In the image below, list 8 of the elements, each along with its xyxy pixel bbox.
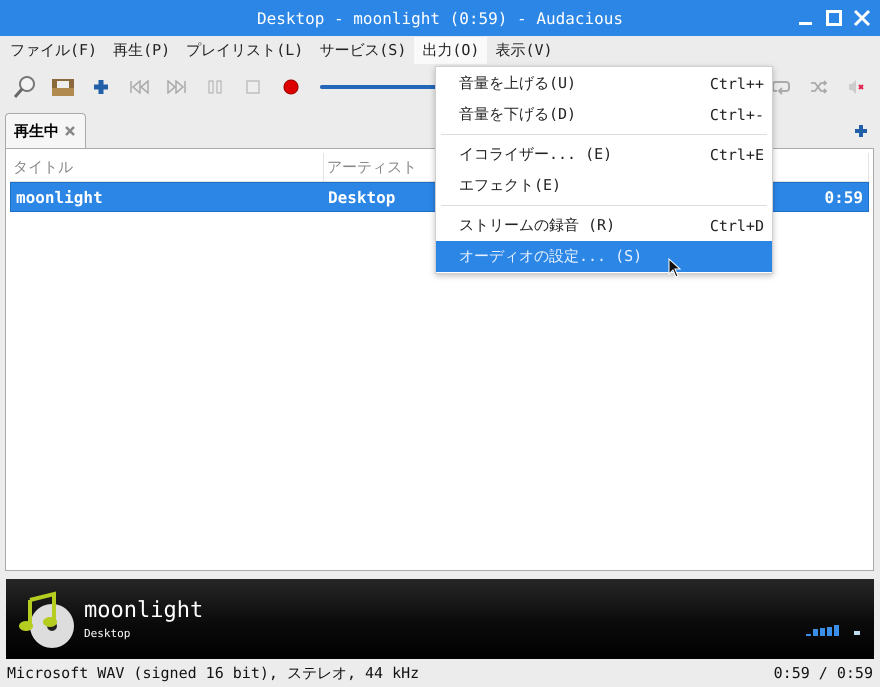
track-artist: Desktop [84, 627, 132, 640]
format-info: Microsoft WAV (signed 16 bit), ステレオ, 44 kHz [7, 664, 420, 682]
track-title: moonlight [84, 598, 204, 623]
table-cell-text: Desktop [327, 188, 396, 206]
time-display: 0:59 / 0:59 [774, 664, 873, 682]
table-cell-text: moonlight [15, 188, 104, 206]
window-title: Desktop - moonlight (0:59) - Audacious [256, 8, 624, 28]
table-cell-text: 0:59 [823, 188, 864, 206]
